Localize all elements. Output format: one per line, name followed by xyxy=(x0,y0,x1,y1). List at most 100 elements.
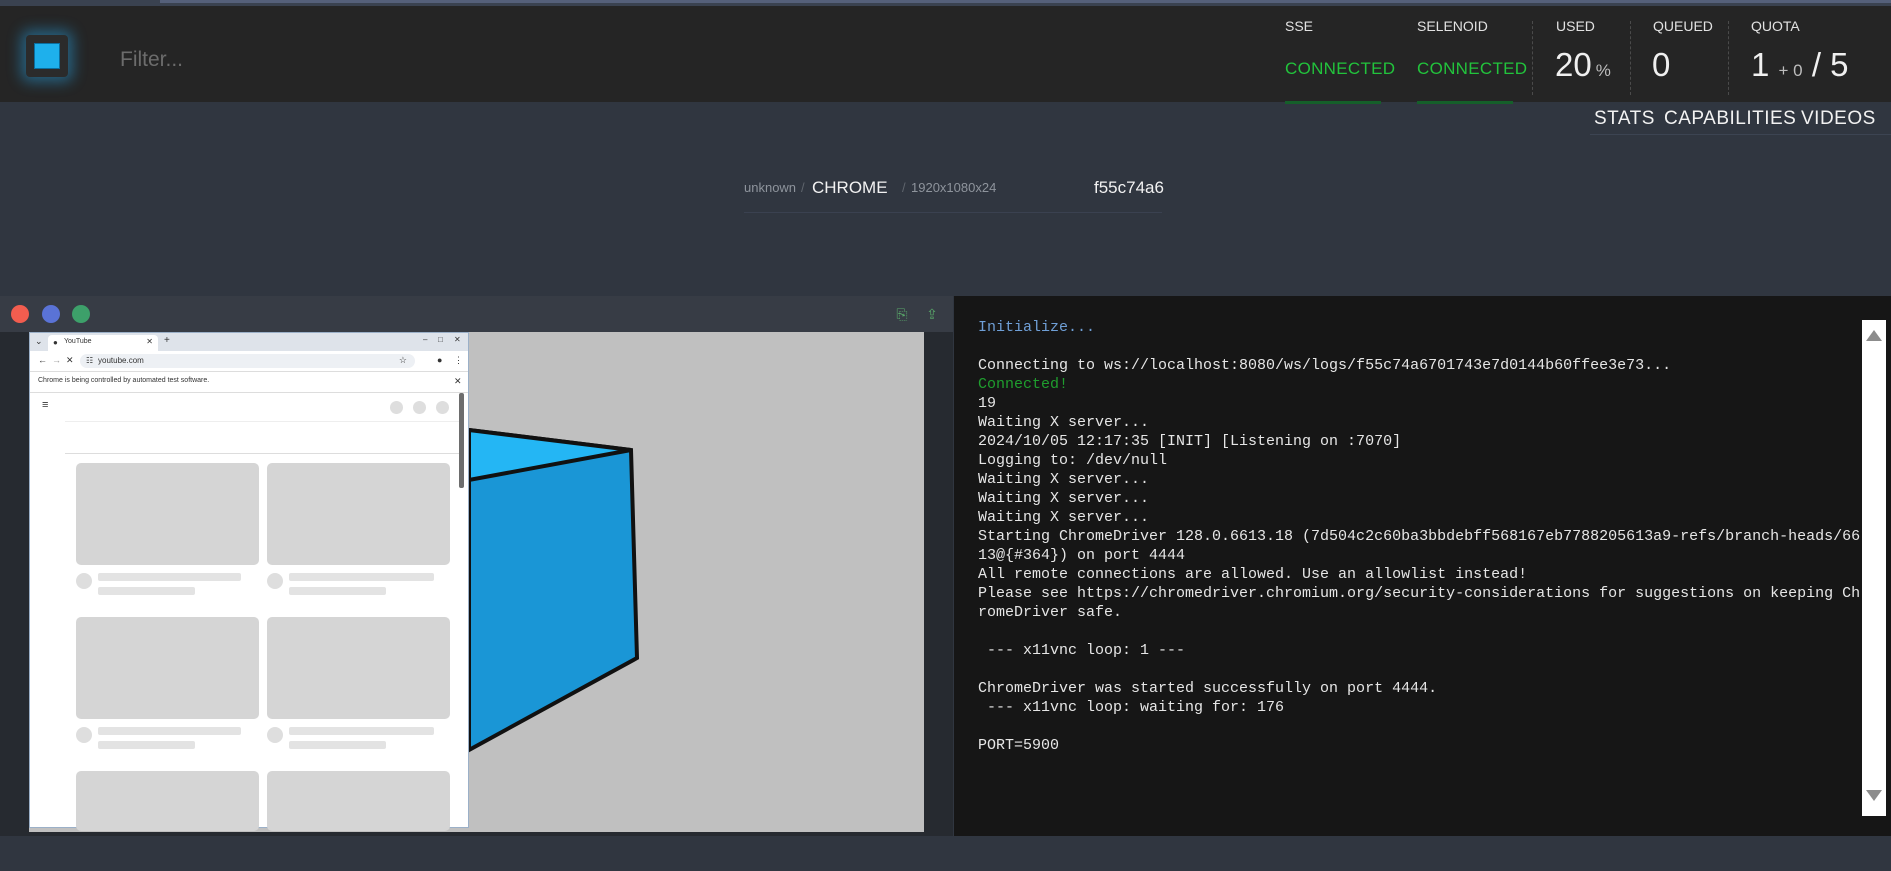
divider xyxy=(1728,21,1729,95)
used-unit: % xyxy=(1595,61,1611,80)
chrome-window[interactable]: ⌄ ● YouTube ✕ + – □ ✕ ← → ✕ ☷ youtube.co… xyxy=(29,332,469,831)
queued-label: QUEUED xyxy=(1653,18,1713,34)
tab-close-icon[interactable]: ✕ xyxy=(146,337,153,346)
quota-used: 1 xyxy=(1751,46,1770,83)
menu-kebab-icon[interactable]: ⋮ xyxy=(454,355,463,366)
nav-underline xyxy=(1590,134,1891,135)
channel-avatar-placeholder xyxy=(76,727,92,743)
vnc-panel: ⎘ ⇪ ⌄ ● YouTube ✕ + – □ ✕ ← → ✕ ☷ youtub… xyxy=(0,296,953,836)
quota-value: 1 + 0 / 5 xyxy=(1751,46,1849,84)
log-panel[interactable]: Initialize... Connecting to ws://localhos… xyxy=(954,296,1891,836)
nav-stats[interactable]: STATS xyxy=(1594,108,1655,130)
session-platform: unknown xyxy=(744,180,797,195)
session-info: unknown / CHROME / 1920x1080x24 f55c74a6 xyxy=(744,177,1164,213)
nav-videos[interactable]: VIDEOS xyxy=(1801,108,1876,130)
window-maximize-icon[interactable]: □ xyxy=(438,335,443,344)
quota-total: 5 xyxy=(1830,46,1849,83)
header-placeholder-icon xyxy=(390,401,403,414)
used-value: 20% xyxy=(1555,46,1611,84)
cube-side-face xyxy=(467,427,640,754)
close-dot-icon[interactable] xyxy=(11,305,29,323)
log-line: 19 xyxy=(978,395,997,412)
infobar-close-icon[interactable]: ✕ xyxy=(454,376,462,387)
log-line: All remote connections are allowed. Use … xyxy=(978,566,1528,583)
log-line: 2024/10/05 12:17:35 [INIT] [Listening on… xyxy=(978,433,1402,450)
fullscreen-dot-icon[interactable] xyxy=(72,305,90,323)
video-thumbnail-placeholder xyxy=(267,771,450,831)
tab-list-icon[interactable]: ⌄ xyxy=(35,336,43,347)
session-browser: CHROME xyxy=(812,178,888,197)
filter-input[interactable] xyxy=(118,42,622,78)
scroll-up-arrow-icon[interactable] xyxy=(1866,330,1882,341)
used-number: 20 xyxy=(1555,46,1592,83)
log-line: Waiting X server... xyxy=(978,509,1150,526)
selenoid-status: CONNECTED xyxy=(1417,59,1528,78)
toolbar: ← → ✕ ☷ youtube.com ☆ ● ⋮ xyxy=(30,351,468,371)
top-progress-bar xyxy=(160,0,1891,3)
vnc-toolbar: ⎘ ⇪ xyxy=(0,296,953,332)
profile-icon[interactable]: ● xyxy=(437,355,442,365)
tab-youtube[interactable]: ● YouTube ✕ xyxy=(48,335,158,351)
log-line: Logging to: /dev/null xyxy=(978,452,1168,469)
log-line: Connecting to ws://localhost:8080/ws/log… xyxy=(978,357,1672,374)
quota-slash: / xyxy=(1811,46,1821,83)
meta-placeholder xyxy=(98,587,195,595)
log-line: ChromeDriver was started successfully on… xyxy=(978,680,1438,697)
tab-favicon: ● xyxy=(53,338,58,347)
vnc-screen[interactable]: ⌄ ● YouTube ✕ + – □ ✕ ← → ✕ ☷ youtube.co… xyxy=(29,332,924,832)
logo-square xyxy=(34,43,60,69)
divider xyxy=(65,453,460,454)
forward-icon[interactable]: → xyxy=(52,355,61,365)
back-icon[interactable]: ← xyxy=(38,355,47,365)
window-minimize-icon[interactable]: – xyxy=(423,335,427,344)
log-output: Initialize... Connecting to ws://localhos… xyxy=(978,318,1860,755)
log-line: --- x11vnc loop: 1 --- xyxy=(978,642,1186,659)
url-text: youtube.com xyxy=(98,356,144,365)
tab-bar: ⌄ ● YouTube ✕ + – □ ✕ xyxy=(30,333,468,351)
upload-icon[interactable]: ⇪ xyxy=(924,306,940,322)
bookmark-star-icon[interactable]: ☆ xyxy=(399,355,407,366)
nav-capabilities[interactable]: CAPABILITIES xyxy=(1664,108,1796,130)
session-separator: / xyxy=(801,180,805,195)
log-line: --- x11vnc loop: waiting for: 176 xyxy=(978,699,1285,716)
header-placeholder-icon xyxy=(413,401,426,414)
log-line: PORT=5900 xyxy=(978,737,1060,754)
automation-infobar: Chrome is being controlled by automated … xyxy=(30,371,468,393)
log-line: romeDriver safe. xyxy=(978,604,1123,621)
used-label: USED xyxy=(1556,18,1595,34)
window-close-icon[interactable]: ✕ xyxy=(454,335,461,344)
selenoid-logo-icon[interactable] xyxy=(26,35,68,77)
channel-avatar-placeholder xyxy=(267,727,283,743)
minimize-dot-icon[interactable] xyxy=(42,305,60,323)
new-tab-icon[interactable]: + xyxy=(164,335,170,346)
site-info-icon[interactable]: ☷ xyxy=(86,356,93,365)
title-placeholder xyxy=(289,573,434,581)
hamburger-menu-icon[interactable]: ≡ xyxy=(42,399,48,411)
title-placeholder xyxy=(98,573,241,581)
log-line: Waiting X server... xyxy=(978,414,1150,431)
video-thumbnail-placeholder xyxy=(76,617,259,719)
address-bar[interactable]: ☷ youtube.com ☆ xyxy=(80,354,415,368)
copy-icon[interactable]: ⎘ xyxy=(894,306,910,322)
channel-avatar-placeholder xyxy=(76,573,92,589)
stop-icon[interactable]: ✕ xyxy=(66,355,74,366)
session-separator: / xyxy=(902,180,906,195)
sse-label: SSE xyxy=(1285,18,1314,34)
log-line: Connected! xyxy=(978,376,1069,393)
divider xyxy=(1532,21,1533,95)
scroll-down-arrow-icon[interactable] xyxy=(1866,790,1882,801)
session-resolution: 1920x1080x24 xyxy=(911,180,997,195)
log-line: Starting ChromeDriver 128.0.6613.18 (7d5… xyxy=(978,528,1861,545)
page-scrollbar[interactable] xyxy=(459,393,464,488)
video-thumbnail-placeholder xyxy=(267,617,450,719)
selenoid-label: SELENOID xyxy=(1417,18,1488,34)
log-scrollbar[interactable] xyxy=(1862,320,1886,816)
channel-avatar-placeholder xyxy=(267,573,283,589)
log-line: Please see https://chromedriver.chromium… xyxy=(978,585,1861,602)
meta-placeholder xyxy=(98,741,195,749)
sse-underline xyxy=(1285,101,1381,104)
